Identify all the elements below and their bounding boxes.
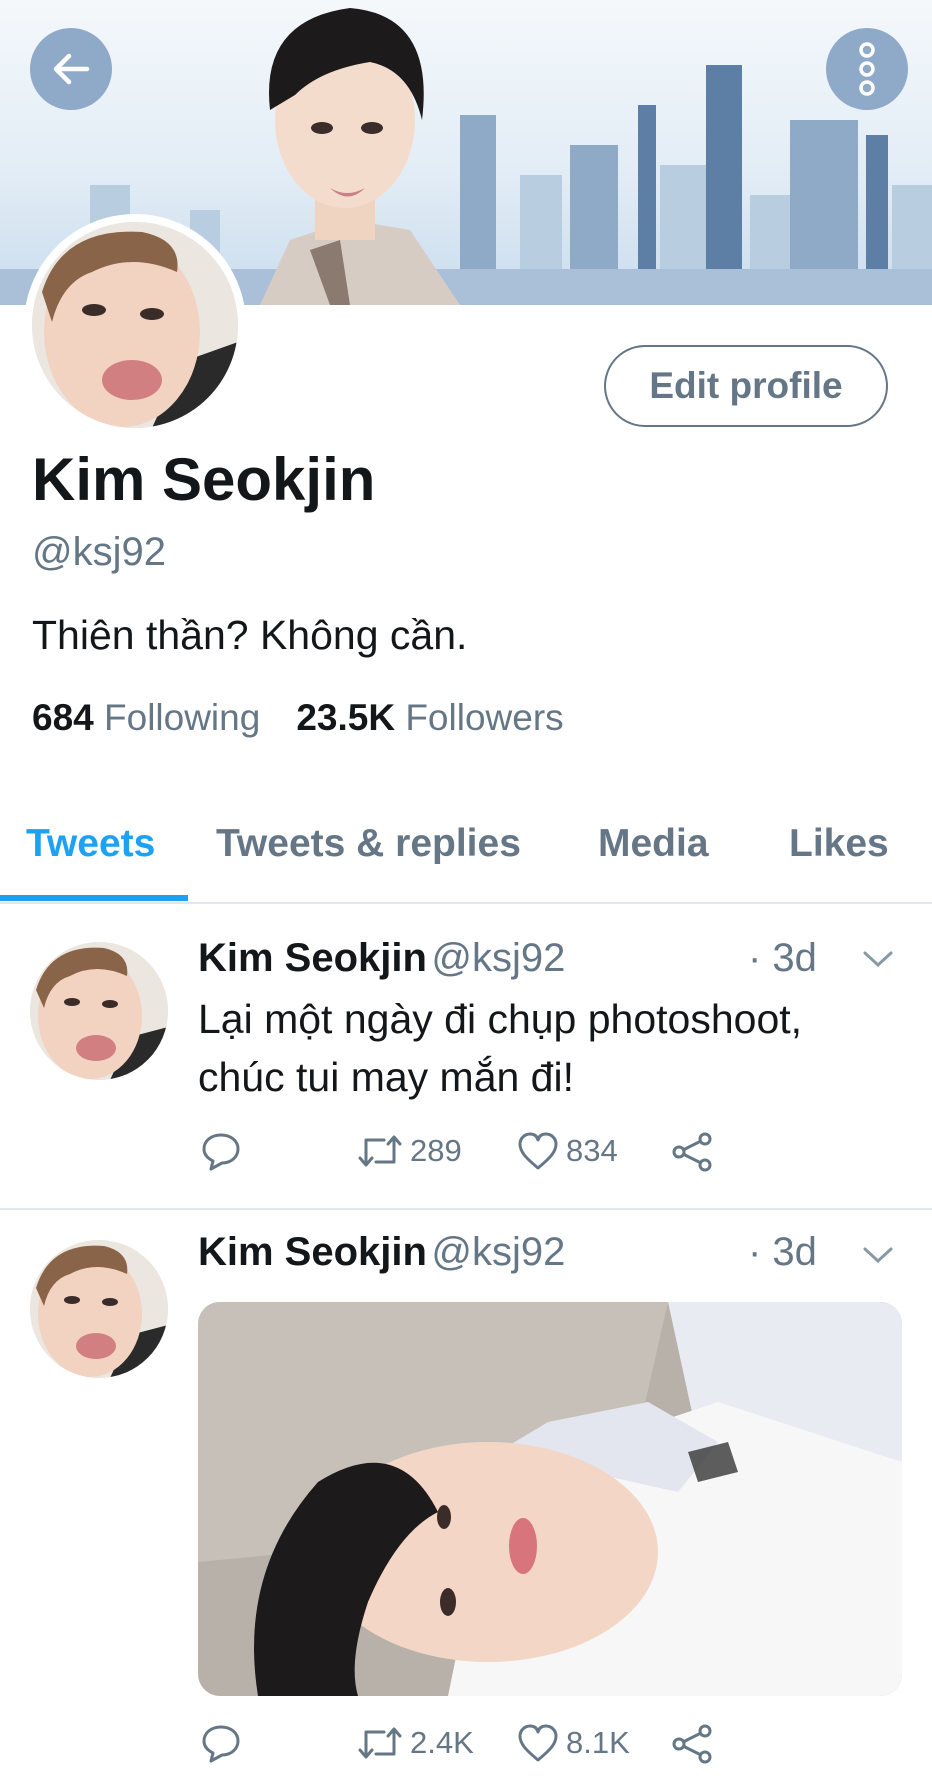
followers-count: 23.5K	[296, 697, 396, 738]
tweet-media-photo[interactable]	[198, 1302, 902, 1696]
retweet-icon	[358, 1727, 402, 1759]
profile-display-name: Kim Seokjin	[32, 446, 376, 513]
edit-profile-button[interactable]: Edit profile	[604, 345, 888, 427]
retweet-button[interactable]: 289	[356, 1130, 462, 1172]
more-options-button[interactable]	[826, 28, 908, 110]
followers-label: Followers	[405, 697, 564, 738]
tweet-text-line: chúc tui may mắn đi!	[198, 1054, 574, 1100]
tweet-text-line: Lại một ngày đi chụp photoshoot,	[198, 996, 803, 1042]
followers-stat[interactable]: 23.5K Followers	[296, 697, 563, 739]
profile-tabs: Tweets Tweets & replies Media Likes	[0, 810, 932, 904]
tweet-author-name[interactable]: Kim Seokjin	[198, 1230, 427, 1274]
chevron-down-icon	[863, 1247, 893, 1264]
like-button[interactable]: 8.1K	[516, 1722, 630, 1764]
following-label: Following	[104, 697, 261, 738]
tab-tweets-replies[interactable]: Tweets & replies	[216, 822, 521, 866]
tweet-menu-button[interactable]	[862, 948, 894, 975]
tab-likes[interactable]: Likes	[789, 822, 889, 866]
like-button[interactable]: 834	[516, 1130, 618, 1172]
share-icon	[672, 1724, 712, 1764]
reply-button[interactable]	[200, 1130, 242, 1172]
like-count: 834	[566, 1133, 618, 1168]
heart-icon	[518, 1132, 558, 1170]
tweet-time[interactable]: · 3d	[748, 936, 817, 981]
tweet-avatar-photo	[30, 1240, 168, 1378]
tweet-author-handle[interactable]: @ksj92	[431, 936, 565, 980]
tab-media[interactable]: Media	[598, 822, 709, 866]
chevron-down-icon	[863, 951, 893, 968]
like-count: 8.1K	[566, 1725, 630, 1760]
profile-avatar[interactable]	[24, 214, 246, 436]
following-stat[interactable]: 684 Following	[32, 697, 260, 739]
banner-person-photo	[260, 8, 460, 305]
tab-tweets[interactable]: Tweets	[26, 822, 155, 866]
tweet-time[interactable]: · 3d	[748, 1230, 817, 1275]
retweet-icon	[358, 1135, 402, 1167]
tweet-menu-button[interactable]	[862, 1244, 894, 1271]
profile-handle: @ksj92	[32, 530, 166, 574]
following-count: 684	[32, 697, 94, 738]
share-button[interactable]	[670, 1722, 714, 1766]
share-button[interactable]	[670, 1130, 714, 1174]
tweet-author-name[interactable]: Kim Seokjin	[198, 936, 427, 980]
share-icon	[672, 1132, 712, 1172]
profile-stats: 684 Following 23.5K Followers	[32, 697, 564, 739]
tweet-avatar[interactable]	[30, 1240, 168, 1378]
back-button[interactable]	[30, 28, 112, 110]
retweet-button[interactable]: 2.4K	[356, 1722, 474, 1764]
arrow-left-icon	[53, 53, 90, 85]
reply-icon	[202, 1725, 240, 1763]
tweet-item[interactable]: Kim Seokjin @ksj92 · 3d 2.4K 8.1K	[0, 1210, 932, 1786]
profile-bio: Thiên thần? Không cần.	[32, 612, 468, 658]
more-vertical-icon	[859, 42, 875, 96]
tweet-text: Lại một ngày đi chụp photoshoot, chúc tu…	[198, 990, 898, 1106]
tweet-photo-image	[198, 1302, 902, 1696]
tweet-avatar-photo	[30, 942, 168, 1080]
retweet-count: 289	[410, 1133, 462, 1168]
reply-button[interactable]	[200, 1722, 242, 1764]
avatar-photo	[32, 222, 238, 428]
tweet-author-handle[interactable]: @ksj92	[431, 1230, 565, 1274]
tweet-avatar[interactable]	[30, 942, 168, 1080]
tweet-item[interactable]: Kim Seokjin @ksj92 · 3d Lại một ngày đi …	[0, 918, 932, 1208]
heart-icon	[518, 1724, 558, 1762]
retweet-count: 2.4K	[410, 1725, 474, 1760]
active-tab-indicator	[0, 895, 188, 901]
reply-icon	[202, 1133, 240, 1171]
